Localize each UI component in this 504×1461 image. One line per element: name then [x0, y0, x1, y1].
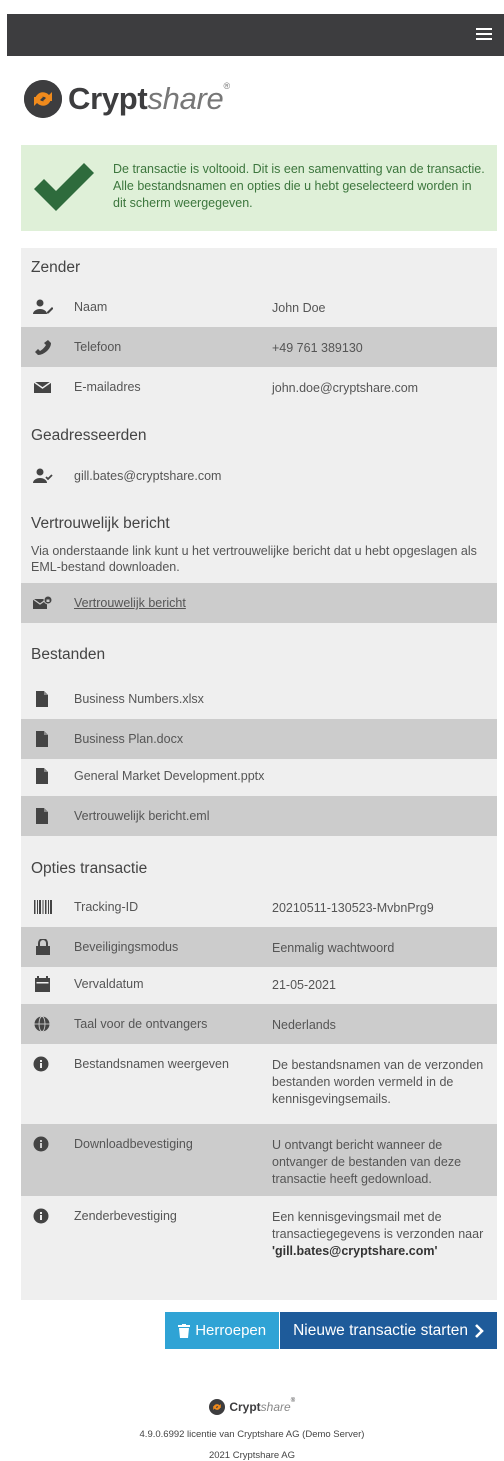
- envelope-icon: [33, 381, 52, 393]
- top-navigation-bar: [7, 14, 504, 56]
- option-label: Zenderbevestiging: [74, 1209, 177, 1223]
- new-transaction-button[interactable]: Nieuwe transactie starten: [280, 1312, 497, 1349]
- phone-icon: [35, 340, 51, 355]
- sender-section-title: Zender: [31, 259, 81, 276]
- footer-copyright: 2021 Cryptshare AG: [208, 1450, 296, 1461]
- confidential-section-title: Vertrouwelijk bericht: [31, 515, 170, 532]
- option-sender-confirmation-row: Zenderbevestiging Een kennisgevingsmail …: [21, 1196, 497, 1292]
- option-label: Bestandsnamen weergeven: [74, 1057, 229, 1071]
- expiry-date-value: 21-05-2021: [272, 978, 336, 992]
- checkmark-icon: [34, 163, 94, 211]
- recall-button[interactable]: Herroepen: [165, 1312, 280, 1349]
- file-name: General Market Development.pptx: [74, 769, 265, 783]
- barcode-icon: [34, 900, 52, 914]
- sender-email-value: john.doe@cryptshare.com: [272, 381, 419, 395]
- language-value: Nederlands: [272, 1018, 336, 1032]
- file-icon: [36, 691, 48, 707]
- calendar-icon: [35, 976, 50, 992]
- cryptshare-logo-icon: [208, 1398, 225, 1415]
- security-mode-value: Eenmalig wachtwoord: [272, 941, 395, 955]
- envelope-lock-icon: [33, 595, 53, 609]
- success-message: De transactie is voltooid. Dit is een sa…: [113, 162, 485, 210]
- info-icon: [33, 1136, 49, 1152]
- file-icon: [36, 768, 48, 784]
- footer-version: 4.9.0.6992 licentie van Cryptshare AG (D…: [139, 1429, 365, 1440]
- option-label: Downloadbevestiging: [74, 1137, 193, 1151]
- sender-name-row: Naam John Doe: [21, 287, 497, 327]
- chevron-right-icon: [475, 1323, 484, 1338]
- user-check-icon: [33, 468, 53, 483]
- sender-phone-row: Telefoon +49 761 389130: [21, 327, 497, 367]
- option-expiry-row: Vervaldatum 21-05-2021: [21, 964, 497, 1004]
- user-edit-icon: [33, 299, 53, 314]
- option-security-row: Beveiligingsmodus Eenmalig wachtwoord: [21, 927, 497, 967]
- sender-name-value: John Doe: [272, 301, 326, 315]
- sender-phone-label: Telefoon: [74, 340, 122, 354]
- sender-email-label: E-mailadres: [74, 380, 141, 394]
- option-tracking-row: Tracking-ID 20210511-130523-MvbnPrg9: [21, 887, 497, 927]
- success-alert: De transactie is voltooid. Dit is een sa…: [21, 145, 497, 231]
- file-row: Business Numbers.xlsx: [21, 679, 497, 719]
- option-value: Een kennisgevingsmail met de transactieg…: [272, 1210, 484, 1258]
- option-label: Taal voor de ontvangers: [74, 1017, 208, 1031]
- option-download-confirmation-row: Downloadbevestiging U ontvangt bericht w…: [21, 1124, 497, 1196]
- lock-icon: [36, 939, 50, 955]
- globe-icon: [34, 1016, 50, 1032]
- file-row: Business Plan.docx: [21, 719, 497, 759]
- confidential-description: Via onderstaande link kunt u het vertrou…: [31, 544, 477, 574]
- option-label: Beveiligingsmodus: [74, 940, 179, 954]
- confidential-message-link[interactable]: Vertrouwelijk bericht: [74, 596, 186, 610]
- file-icon: [36, 731, 48, 747]
- sender-phone-value: +49 761 389130: [272, 341, 363, 355]
- file-icon: [36, 808, 48, 824]
- file-name: Vertrouwelijk bericht.eml: [74, 809, 210, 823]
- cryptshare-logo-icon: [24, 80, 62, 118]
- tracking-id-value: 20210511-130523-MvbnPrg9: [272, 901, 434, 915]
- file-row: Vertrouwelijk bericht.eml: [21, 796, 497, 836]
- recipients-section-title: Geadresseerden: [31, 427, 147, 444]
- option-value: De bestandsnamen van de verzonden bestan…: [272, 1058, 484, 1106]
- option-label: Tracking-ID: [74, 900, 139, 914]
- files-section-title: Bestanden: [31, 646, 106, 663]
- recipient-row: gill.bates@cryptshare.com: [21, 456, 497, 496]
- cryptshare-wordmark: Cryptshare®: [68, 81, 230, 116]
- sender-name-label: Naam: [74, 300, 108, 314]
- info-icon: [33, 1056, 49, 1072]
- cryptshare-logo[interactable]: Cryptshare®: [24, 78, 230, 120]
- sender-email-row: E-mailadres john.doe@cryptshare.com: [21, 367, 497, 407]
- option-language-row: Taal voor de ontvangers Nederlands: [21, 1004, 497, 1044]
- footer-logo: Cryptshare®: [0, 1398, 504, 1416]
- option-filenames-row: Bestandsnamen weergeven De bestandsnamen…: [21, 1044, 497, 1124]
- sender-confirmation-email: 'gill.bates@cryptshare.com': [272, 1244, 438, 1258]
- info-icon: [33, 1208, 49, 1224]
- confidential-message-row: Vertrouwelijk bericht: [21, 583, 497, 623]
- file-name: Business Plan.docx: [74, 732, 184, 746]
- transaction-summary-panel: Zender Naam John Doe Telefoon +49 761 38…: [21, 248, 497, 1300]
- hamburger-menu-icon[interactable]: [476, 28, 492, 41]
- options-section-title: Opties transactie: [31, 860, 148, 877]
- trash-icon: [178, 1323, 191, 1338]
- file-row: General Market Development.pptx: [21, 756, 497, 796]
- option-label: Vervaldatum: [74, 977, 144, 991]
- recipient-email: gill.bates@cryptshare.com: [74, 469, 222, 483]
- option-value: U ontvangt bericht wanneer de ontvanger …: [272, 1138, 462, 1186]
- action-buttons: Herroepen Nieuwe transactie starten: [165, 1312, 497, 1349]
- file-name: Business Numbers.xlsx: [74, 692, 204, 706]
